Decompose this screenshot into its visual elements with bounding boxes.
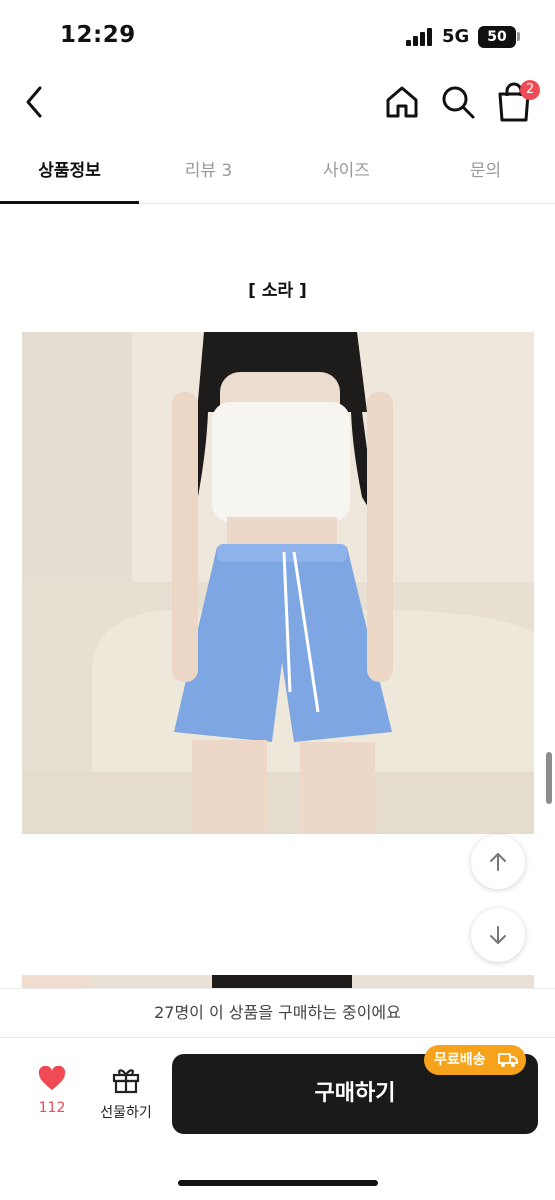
like-button[interactable]: 112 [22, 1065, 82, 1136]
home-indicator [178, 1180, 378, 1186]
free-shipping-badge: 무료배송 [424, 1045, 526, 1075]
network-label: 5G [442, 26, 470, 47]
battery-tip [517, 32, 520, 41]
color-option-title: [ 소라 ] [248, 281, 307, 301]
scroll-indicator[interactable] [546, 752, 552, 804]
cart-button[interactable]: 2 [494, 80, 540, 124]
active-tab-indicator [0, 201, 139, 204]
tab-inquiry[interactable]: 문의 [416, 140, 555, 204]
tab-bar: 상품정보 리뷰 3 사이즈 문의 [0, 140, 555, 204]
status-bar: 12:29 5G 50 [0, 0, 555, 70]
battery-icon: 50 [478, 26, 516, 48]
gift-icon [112, 1069, 140, 1094]
purchase-activity-notice: 27명이 이 상품을 구매하는 중이에요 [0, 988, 555, 1038]
status-time: 12:29 [60, 22, 136, 48]
tab-size[interactable]: 사이즈 [277, 140, 416, 204]
scroll-up-button[interactable] [471, 835, 525, 889]
cart-count-badge: 2 [520, 80, 540, 100]
scroll-down-button[interactable] [471, 908, 525, 962]
product-photo [22, 332, 534, 834]
home-icon [386, 86, 418, 118]
arrow-down-icon [490, 926, 506, 944]
top-nav: 2 [0, 70, 555, 134]
home-button[interactable] [382, 82, 422, 122]
back-button[interactable] [18, 82, 54, 122]
like-count: 112 [38, 1100, 66, 1116]
free-shipping-label: 무료배송 [434, 1052, 486, 1068]
tab-reviews[interactable]: 리뷰 3 [139, 140, 278, 204]
tab-product-info[interactable]: 상품정보 [0, 140, 139, 204]
arrow-up-icon [490, 853, 506, 871]
gift-button[interactable]: 선물하기 [92, 1066, 160, 1136]
gift-label: 선물하기 [100, 1105, 152, 1121]
search-icon [442, 86, 475, 119]
signal-icon [406, 28, 434, 46]
search-button[interactable] [438, 82, 478, 122]
heart-icon [38, 1065, 66, 1090]
chevron-left-icon [26, 86, 42, 118]
truck-icon [498, 1053, 518, 1067]
